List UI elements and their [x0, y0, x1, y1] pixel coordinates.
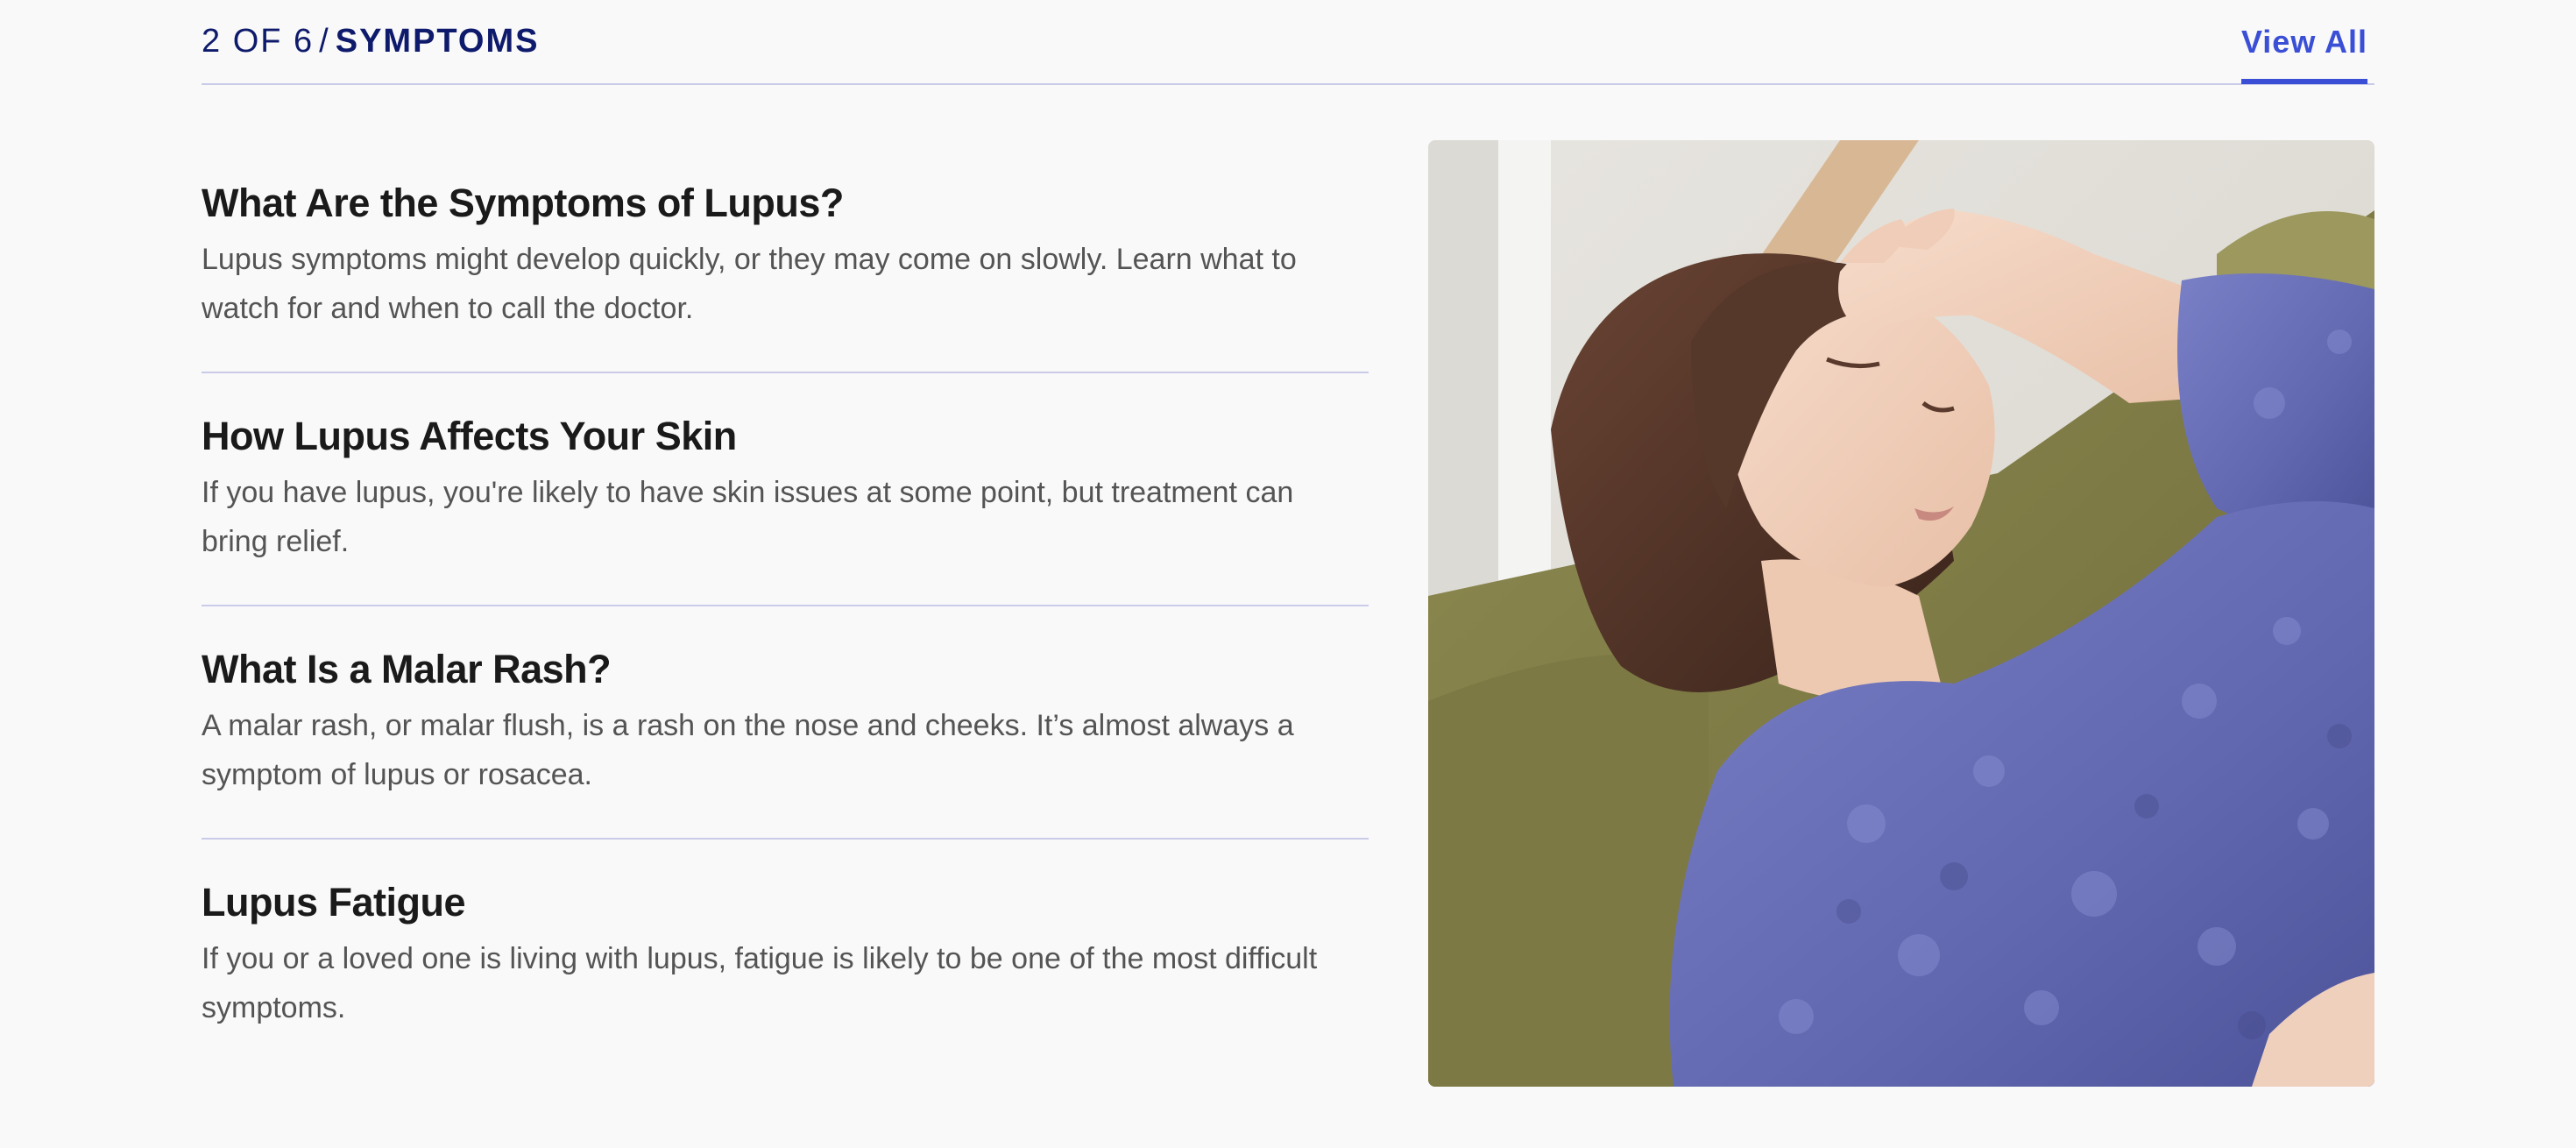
breadcrumb-separator: /	[319, 23, 330, 60]
article-title[interactable]: How Lupus Affects Your Skin	[202, 412, 1369, 461]
article-description: If you have lupus, you're likely to have…	[202, 476, 1294, 558]
section-topic: SYMPTOMS	[335, 23, 540, 60]
article-item[interactable]: How Lupus Affects Your Skin If you have …	[202, 373, 1369, 606]
fatigued-woman-photo	[1428, 140, 2374, 1087]
article-description: A malar rash, or malar flush, is a rash …	[202, 709, 1294, 791]
section-header: 2 OF 6/SYMPTOMS View All	[202, 0, 2374, 85]
article-item[interactable]: What Is a Malar Rash? A malar rash, or m…	[202, 606, 1369, 840]
article-description: Lupus symptoms might develop quickly, or…	[202, 243, 1297, 325]
article-description: If you or a loved one is living with lup…	[202, 942, 1318, 1024]
article-item[interactable]: Lupus Fatigue If you or a loved one is l…	[202, 840, 1369, 1073]
article-title[interactable]: What Is a Malar Rash?	[202, 645, 1369, 694]
slide-position: 2 OF 6	[202, 23, 315, 60]
article-title[interactable]: What Are the Symptoms of Lupus?	[202, 179, 1369, 228]
article-list: What Are the Symptoms of Lupus? Lupus sy…	[202, 140, 1369, 1073]
article-item[interactable]: What Are the Symptoms of Lupus? Lupus sy…	[202, 140, 1369, 373]
symptoms-section: 2 OF 6/SYMPTOMS View All What Are the Sy…	[0, 0, 2576, 1148]
view-all-link[interactable]: View All	[2240, 21, 2367, 84]
article-title[interactable]: Lupus Fatigue	[202, 878, 1369, 927]
section-breadcrumb: 2 OF 6/SYMPTOMS	[202, 19, 540, 63]
